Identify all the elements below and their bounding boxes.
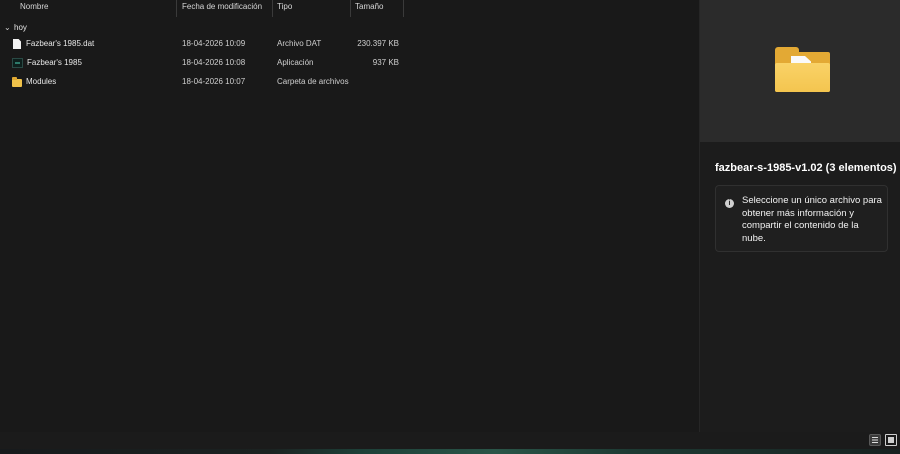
file-type: Archivo DAT bbox=[277, 39, 322, 48]
document-icon bbox=[13, 39, 21, 49]
column-headers: Nombre Fecha de modificación Tipo Tamaño bbox=[0, 0, 698, 17]
folder-preview-icon bbox=[775, 47, 830, 92]
application-icon bbox=[12, 58, 23, 68]
column-header-name[interactable]: Nombre bbox=[0, 0, 177, 17]
info-icon: i bbox=[725, 199, 734, 208]
file-date: 18-04-2026 10:09 bbox=[182, 39, 246, 48]
file-row-app[interactable]: Fazbear's 1985 18-04-2026 10:08 Aplicaci… bbox=[0, 54, 698, 72]
column-header-date[interactable]: Fecha de modificación bbox=[177, 0, 273, 17]
large-icons-view-button[interactable] bbox=[885, 434, 897, 446]
file-date: 18-04-2026 10:08 bbox=[182, 58, 246, 67]
file-row-modules[interactable]: Modules 18-04-2026 10:07 Carpeta de arch… bbox=[0, 73, 698, 91]
column-header-date-label: Fecha de modificación bbox=[182, 2, 263, 11]
file-size: 230.397 KB bbox=[357, 39, 399, 48]
file-row-dat[interactable]: Fazbear's 1985.dat 18-04-2026 10:09 Arch… bbox=[0, 35, 698, 53]
file-size: 937 KB bbox=[372, 58, 399, 67]
file-name: Modules bbox=[26, 77, 57, 86]
column-header-type-label: Tipo bbox=[277, 2, 293, 11]
details-pane: fazbear-s-1985-v1.02 (3 elementos) i Sel… bbox=[699, 0, 900, 432]
status-bar bbox=[0, 432, 900, 449]
file-type: Aplicación bbox=[277, 58, 314, 67]
file-list: Nombre Fecha de modificación Tipo Tamaño… bbox=[0, 0, 698, 432]
column-header-name-label: Nombre bbox=[20, 2, 49, 11]
file-size bbox=[340, 73, 399, 91]
details-view-button[interactable] bbox=[869, 434, 881, 446]
folder-icon bbox=[12, 76, 22, 87]
group-label: hoy bbox=[14, 23, 27, 32]
preview-area bbox=[700, 0, 900, 142]
group-header-today[interactable]: ⌄ hoy bbox=[4, 21, 27, 35]
file-name: Fazbear's 1985 bbox=[27, 58, 82, 67]
file-date: 18-04-2026 10:07 bbox=[182, 77, 246, 86]
column-header-size[interactable]: Tamaño bbox=[351, 0, 404, 17]
details-title: fazbear-s-1985-v1.02 (3 elementos) bbox=[715, 162, 897, 174]
column-header-type[interactable]: Tipo bbox=[273, 0, 351, 17]
file-name: Fazbear's 1985.dat bbox=[26, 39, 95, 48]
info-text: Seleccione un único archivo para obtener… bbox=[742, 195, 882, 244]
info-box: i Seleccione un único archivo para obten… bbox=[715, 185, 888, 252]
file-type: Carpeta de archivos bbox=[277, 77, 349, 86]
column-header-size-label: Tamaño bbox=[355, 2, 384, 11]
chevron-down-icon: ⌄ bbox=[4, 23, 11, 32]
taskbar-edge bbox=[0, 449, 900, 454]
